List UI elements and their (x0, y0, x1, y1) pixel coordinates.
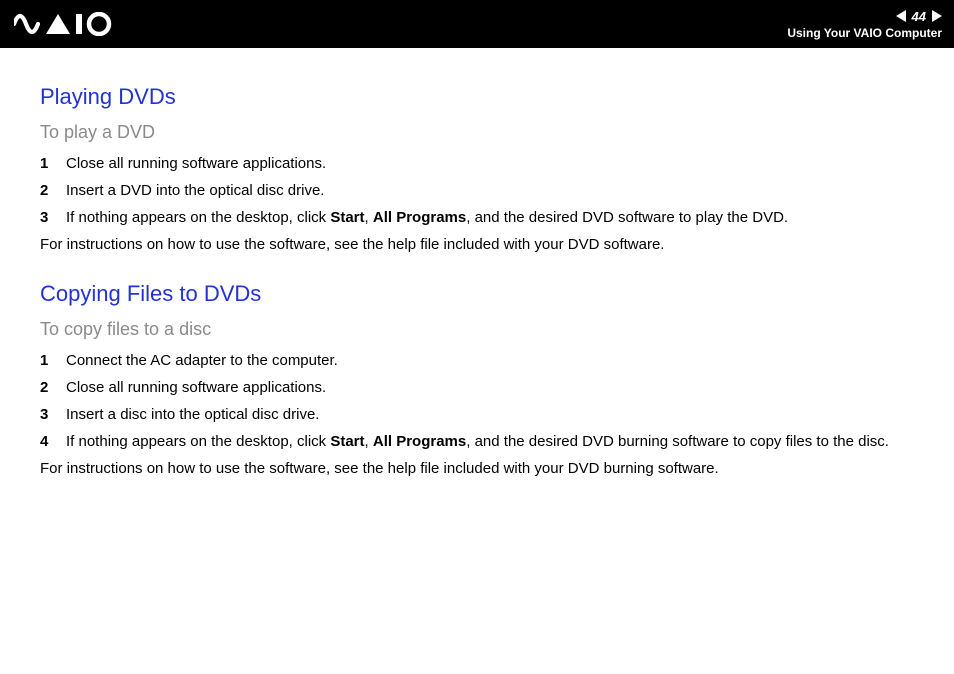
bold-all-programs: All Programs (373, 433, 466, 450)
step-number: 4 (40, 431, 66, 452)
prev-page-arrow-icon[interactable] (896, 10, 906, 22)
bold-all-programs: All Programs (373, 209, 466, 226)
subheading-to-play: To play a DVD (40, 122, 914, 143)
footer-text: For instructions on how to use the softw… (40, 458, 914, 479)
page-nav: 44 (896, 9, 942, 24)
page-number: 44 (912, 9, 926, 24)
subheading-to-copy: To copy files to a disc (40, 319, 914, 340)
step-number: 2 (40, 180, 66, 201)
section-label: Using Your VAIO Computer (787, 26, 942, 40)
next-page-arrow-icon[interactable] (932, 10, 942, 22)
text-part: , and the desired DVD burning software t… (466, 433, 889, 450)
header-right: 44 Using Your VAIO Computer (787, 9, 942, 40)
step-text: Connect the AC adapter to the computer. (66, 350, 914, 371)
text-part: If nothing appears on the desktop, click (66, 433, 330, 450)
list-item: 4 If nothing appears on the desktop, cli… (40, 431, 914, 452)
step-number: 1 (40, 350, 66, 371)
text-part: , (365, 433, 373, 450)
list-item: 1 Connect the AC adapter to the computer… (40, 350, 914, 371)
step-text: Insert a disc into the optical disc driv… (66, 404, 914, 425)
heading-playing-dvds: Playing DVDs (40, 84, 914, 110)
text-part: If nothing appears on the desktop, click (66, 209, 330, 226)
step-text: If nothing appears on the desktop, click… (66, 431, 914, 452)
text-part: , (365, 209, 373, 226)
list-item: 2 Close all running software application… (40, 377, 914, 398)
step-text: Close all running software applications. (66, 153, 914, 174)
header-bar: 44 Using Your VAIO Computer (0, 0, 954, 48)
page-content: Playing DVDs To play a DVD 1 Close all r… (0, 48, 954, 499)
step-number: 3 (40, 207, 66, 228)
heading-copying-dvds: Copying Files to DVDs (40, 281, 914, 307)
list-item: 3 Insert a disc into the optical disc dr… (40, 404, 914, 425)
text-part: , and the desired DVD software to play t… (466, 209, 788, 226)
list-item: 1 Close all running software application… (40, 153, 914, 174)
list-item: 3 If nothing appears on the desktop, cli… (40, 207, 914, 228)
bold-start: Start (330, 209, 364, 226)
vaio-logo (14, 12, 124, 36)
step-text: Close all running software applications. (66, 377, 914, 398)
list-item: 2 Insert a DVD into the optical disc dri… (40, 180, 914, 201)
bold-start: Start (330, 433, 364, 450)
step-number: 2 (40, 377, 66, 398)
vaio-logo-svg (14, 12, 124, 36)
footer-text: For instructions on how to use the softw… (40, 234, 914, 255)
step-number: 3 (40, 404, 66, 425)
step-text: Insert a DVD into the optical disc drive… (66, 180, 914, 201)
step-number: 1 (40, 153, 66, 174)
step-text: If nothing appears on the desktop, click… (66, 207, 914, 228)
